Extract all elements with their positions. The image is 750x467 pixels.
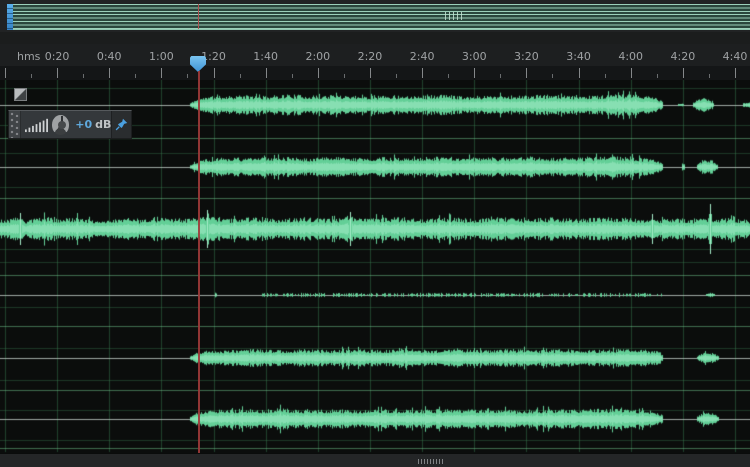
scrollbar-grip-icon[interactable] — [418, 459, 444, 464]
ruler-major-tick — [526, 68, 527, 78]
navigator-grip-icon[interactable] — [445, 12, 462, 20]
gain-unit: dB — [95, 118, 111, 131]
ruler-major-tick — [5, 68, 6, 78]
ruler-minor-tick — [605, 74, 606, 78]
ruler-minor-tick — [396, 74, 397, 78]
panel-drag-handle-icon[interactable] — [9, 111, 21, 138]
ruler-major-tick — [109, 68, 110, 78]
ruler-time-label: 1:40 — [253, 50, 278, 63]
ruler-time-label: 1:00 — [149, 50, 174, 63]
ruler-major-tick — [214, 68, 215, 78]
ruler-major-tick — [422, 68, 423, 78]
ruler-major-tick — [370, 68, 371, 78]
ruler-minor-tick — [187, 74, 188, 78]
ruler-minor-tick — [83, 74, 84, 78]
ruler-minor-tick — [448, 74, 449, 78]
navigator-overview-strip[interactable] — [13, 4, 750, 30]
ruler-time-label: 2:40 — [410, 50, 435, 63]
ruler-minor-tick — [292, 74, 293, 78]
ruler-unit-label[interactable]: hms — [17, 50, 40, 63]
ruler-time-label: 3:00 — [462, 50, 487, 63]
tracks-area[interactable]: +0dB — [0, 80, 750, 453]
ruler-time-label: 2:00 — [305, 50, 330, 63]
ruler-minor-tick — [31, 74, 32, 78]
ruler-major-tick — [683, 68, 684, 78]
navigator-playhead-line — [198, 4, 199, 29]
track-swatch-icon — [14, 88, 27, 101]
playhead-line[interactable] — [198, 71, 200, 453]
ruler-minor-tick — [240, 74, 241, 78]
gain-readout[interactable]: +0dB — [75, 118, 111, 131]
ruler-time-label: 0:20 — [45, 50, 70, 63]
multitrack-audio-editor: hms 0:200:401:001:201:402:002:202:403:00… — [0, 0, 750, 467]
ruler-time-label: 4:20 — [670, 50, 695, 63]
ruler-major-tick — [266, 68, 267, 78]
gain-value[interactable]: +0 — [75, 118, 92, 131]
ruler-major-tick — [161, 68, 162, 78]
timeline-ruler[interactable]: hms 0:200:401:001:201:402:002:202:403:00… — [0, 44, 750, 80]
ruler-time-label: 3:40 — [566, 50, 591, 63]
ruler-major-tick — [735, 68, 736, 78]
ruler-time-label: 2:20 — [358, 50, 383, 63]
ruler-minor-tick — [552, 74, 553, 78]
ruler-major-tick — [631, 68, 632, 78]
ruler-minor-tick — [709, 74, 710, 78]
track-controls-panel[interactable]: +0dB — [8, 110, 132, 139]
ruler-major-tick — [318, 68, 319, 78]
ruler-minor-tick — [500, 74, 501, 78]
pin-button[interactable] — [111, 111, 131, 138]
gain-knob[interactable] — [52, 115, 70, 135]
ruler-major-tick — [579, 68, 580, 78]
ruler-time-label: 4:40 — [723, 50, 748, 63]
ruler-minor-tick — [657, 74, 658, 78]
ruler-minor-tick — [135, 74, 136, 78]
horizontal-scrollbar[interactable] — [0, 453, 750, 467]
ruler-time-label: 4:00 — [618, 50, 643, 63]
ruler-minor-tick — [344, 74, 345, 78]
level-meter-icon — [25, 117, 48, 133]
ruler-tick-band — [0, 66, 750, 80]
ruler-time-label: 0:40 — [97, 50, 122, 63]
pin-icon — [115, 118, 128, 131]
timeline-navigator[interactable] — [0, 0, 750, 32]
ruler-time-label: 3:20 — [514, 50, 539, 63]
ruler-major-tick — [474, 68, 475, 78]
ruler-major-tick — [57, 68, 58, 78]
